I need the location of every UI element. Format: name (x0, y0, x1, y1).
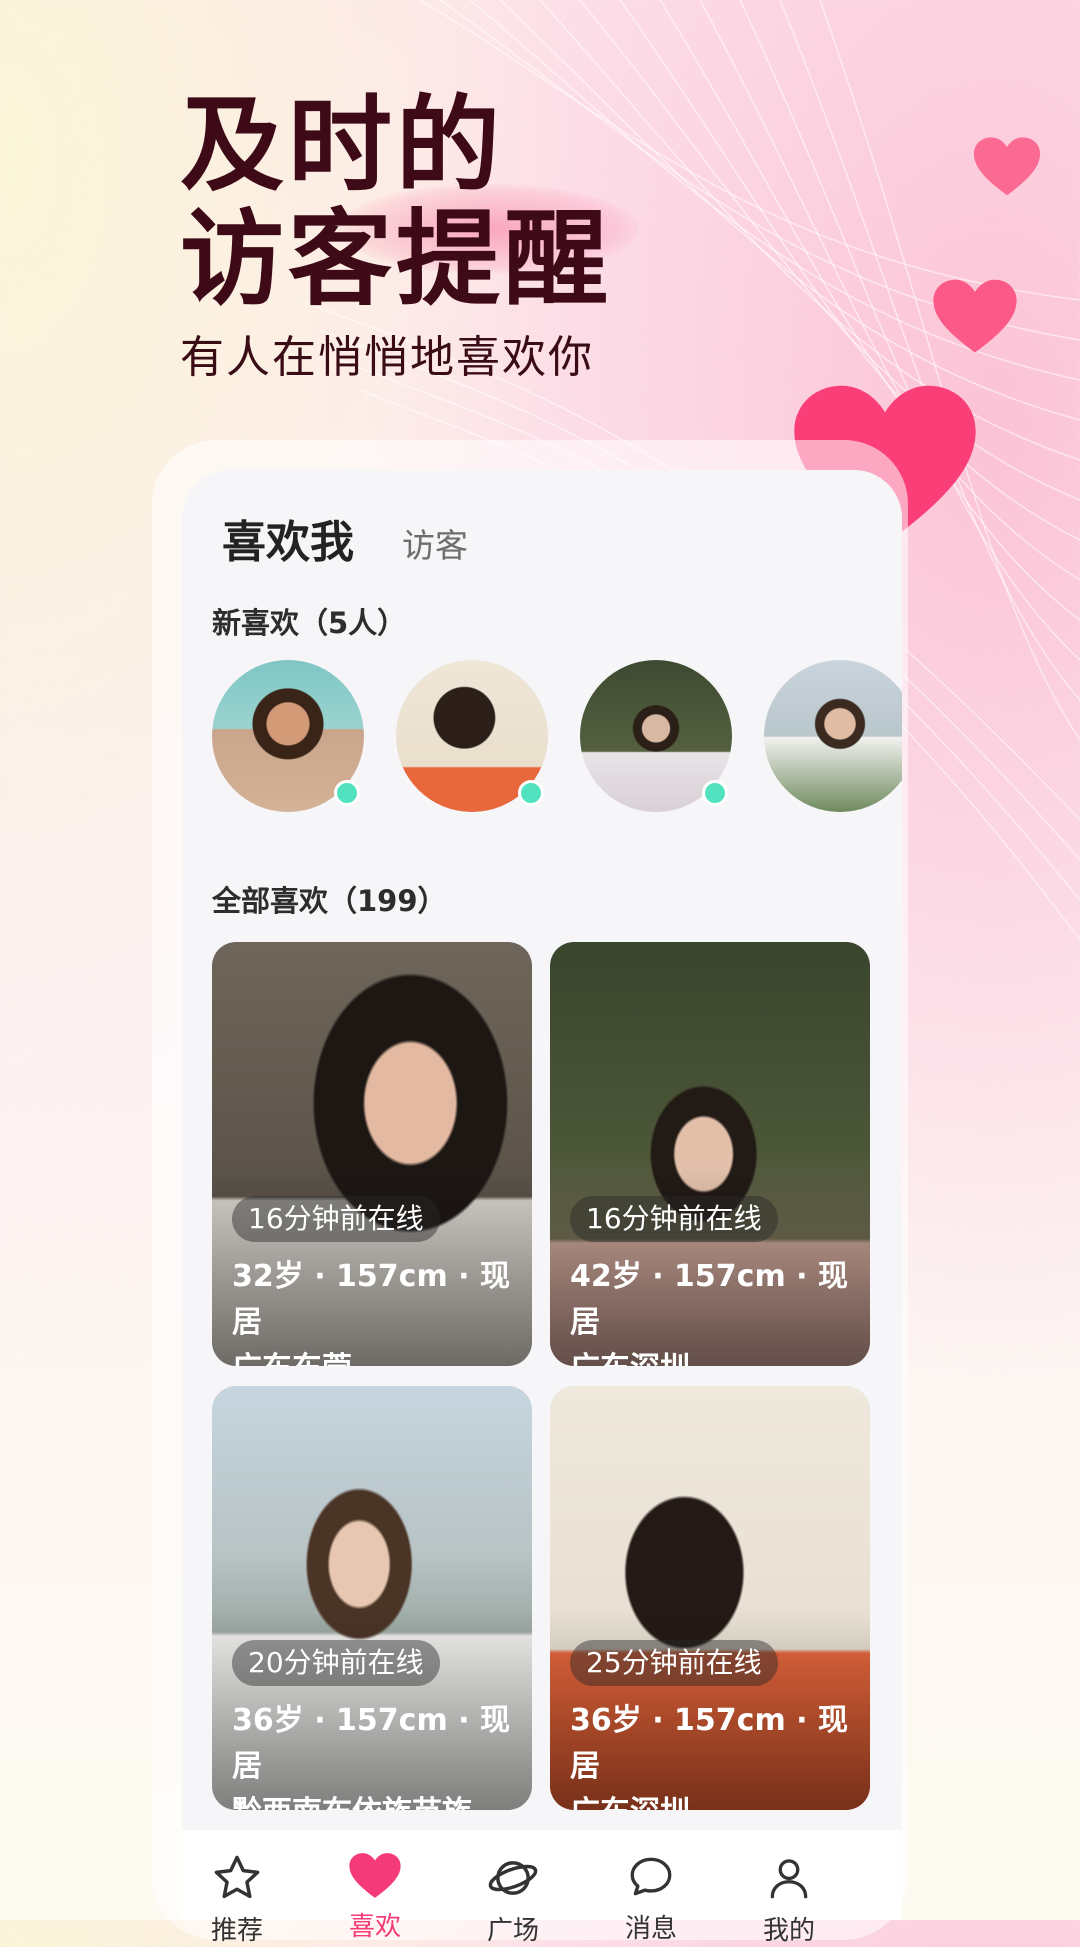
profile-age-height: 42岁 · 157cm · 现居 (570, 1259, 848, 1340)
new-likes-title: 新喜欢（5人） (212, 606, 407, 640)
profile-location: 黔西南布依族苗族 (232, 1790, 522, 1810)
online-status-badge: 16分钟前在线 (232, 1196, 440, 1242)
profile-age-height: 36岁 · 157cm · 现居 (570, 1703, 848, 1784)
nav-item-likes[interactable]: 喜欢 (320, 1852, 430, 1943)
avatar[interactable] (764, 660, 902, 812)
hero-section: 及时的 访客提醒 有人在悄悄地喜欢你 (180, 84, 638, 386)
hero-title-line1: 及时的 (180, 84, 505, 206)
star-icon (214, 1855, 260, 1899)
hero-title-line2: 访客提醒 (180, 198, 613, 320)
tab-visitors[interactable]: 访客 (402, 519, 468, 567)
profile-age-height: 32岁 · 157cm · 现居 (232, 1259, 510, 1340)
hero-subtitle: 有人在悄悄地喜欢你 (180, 332, 594, 383)
new-likes-avatars (212, 660, 902, 820)
bottom-nav: 推荐 喜欢 广场 消息 我的 (182, 1830, 902, 1946)
nav-label: 我的 (762, 1916, 815, 1946)
nav-label: 广场 (486, 1916, 539, 1946)
profile-info: 42岁 · 157cm · 现居 广东深圳 (570, 1254, 860, 1366)
profile-card[interactable]: 20分钟前在线 36岁 · 157cm · 现居 黔西南布依族苗族 (212, 1386, 532, 1810)
profile-card[interactable]: 25分钟前在线 36岁 · 157cm · 现居 广东深圳 (550, 1386, 870, 1810)
likes-panel: 喜欢我 访客 新喜欢（5人） 全部喜欢（199） 16分钟前在线 32岁 · 1… (182, 470, 902, 1920)
nav-item-recommend[interactable]: 推荐 (182, 1852, 292, 1947)
heart-icon-medium (933, 279, 1017, 353)
heart-icon (349, 1853, 401, 1898)
profile-location: 广东深圳 (570, 1346, 860, 1366)
online-status-badge: 16分钟前在线 (570, 1196, 778, 1242)
nav-label: 消息 (624, 1914, 677, 1944)
online-dot (334, 780, 360, 806)
profile-location: 广东深圳 (570, 1790, 860, 1810)
person-icon (770, 1859, 808, 1899)
profile-age-height: 36岁 · 157cm · 现居 (232, 1703, 510, 1784)
profile-location: 广东东莞 (232, 1346, 522, 1366)
online-status-badge: 20分钟前在线 (232, 1640, 440, 1686)
tab-bar: 喜欢我 访客 (222, 506, 468, 570)
nav-item-square[interactable]: 广场 (458, 1852, 568, 1947)
profile-info: 36岁 · 157cm · 现居 黔西南布依族苗族 (232, 1698, 522, 1810)
nav-item-me[interactable]: 我的 (734, 1852, 844, 1947)
nav-label: 喜欢 (348, 1912, 401, 1942)
profile-info: 36岁 · 157cm · 现居 广东深圳 (570, 1698, 860, 1810)
profile-card[interactable]: 16分钟前在线 42岁 · 157cm · 现居 广东深圳 (550, 942, 870, 1366)
online-dot (702, 780, 728, 806)
planet-icon (488, 1861, 538, 1895)
profile-card[interactable]: 16分钟前在线 32岁 · 157cm · 现居 广东东莞 (212, 942, 532, 1366)
online-status-badge: 25分钟前在线 (570, 1640, 778, 1686)
heart-icon-small (973, 137, 1041, 196)
nav-item-messages[interactable]: 消息 (596, 1852, 706, 1945)
tab-likes-me[interactable]: 喜欢我 (222, 506, 354, 570)
all-likes-title: 全部喜欢（199） (212, 884, 447, 918)
profile-info: 32岁 · 157cm · 现居 广东东莞 (232, 1254, 522, 1366)
online-dot (518, 780, 544, 806)
nav-label: 推荐 (210, 1916, 263, 1946)
chat-bubble-icon (630, 1857, 672, 1896)
